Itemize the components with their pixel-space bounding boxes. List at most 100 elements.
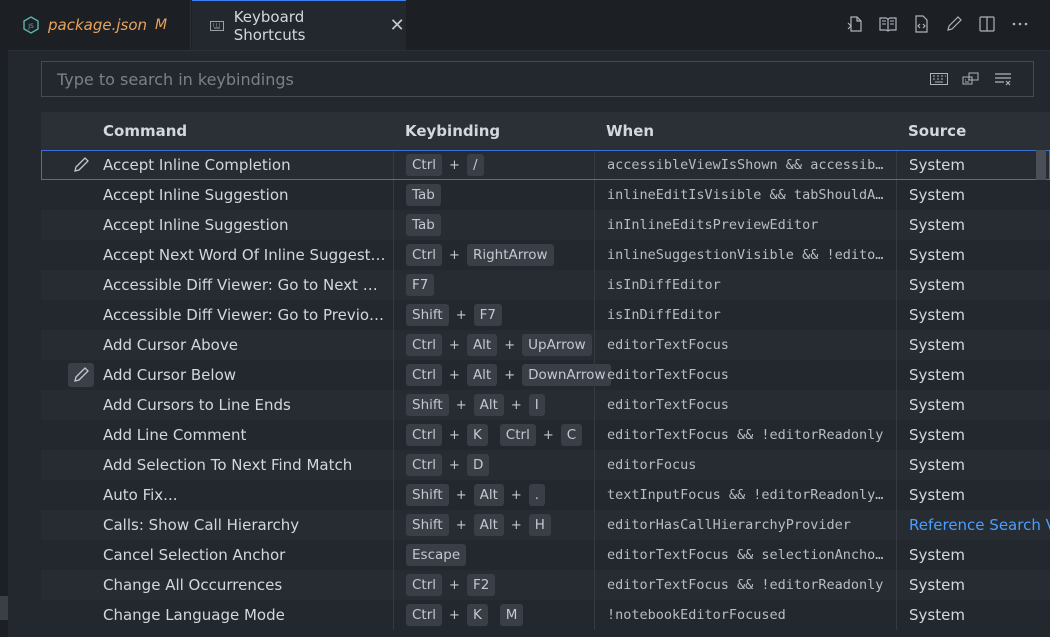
edit-icon[interactable] [943, 12, 964, 36]
table-row[interactable]: Add Cursors to Line Ends Shift + Alt + I edito… [41, 390, 1050, 420]
sort-by-precedence-icon[interactable] [961, 69, 981, 89]
when-cell: inInlineEditsPreviewEditor [594, 210, 896, 240]
keybinding-cell: Ctrl + K M [393, 600, 594, 630]
table-row[interactable]: Add Line Comment Ctrl + K Ctrl + CeditorTextFo… [41, 420, 1050, 450]
edit-cell [41, 540, 103, 570]
nodejs-icon: JS [22, 16, 40, 34]
key-label: Alt [473, 394, 504, 416]
edit-cell [41, 600, 103, 630]
source-cell: System [896, 210, 1050, 240]
scroll-marker [0, 596, 8, 620]
open-keybindings-json-icon[interactable] [844, 12, 865, 36]
edit-keybinding-icon[interactable] [68, 153, 94, 177]
when-cell: editorTextFocus [594, 390, 896, 420]
table-body: Accept Inline Completion Ctrl + / accessible… [41, 150, 1050, 630]
clear-input-icon[interactable] [993, 69, 1013, 89]
command-cell: Change All Occurrences [103, 576, 283, 594]
source-cell: System [896, 450, 1050, 480]
when-cell: inlineEditIsVisible && tabShouldAcceptIn… [594, 180, 896, 210]
table-row[interactable]: Accept Next Word Of Inline Suggestion Ctr… [41, 240, 1050, 270]
command-cell: Accept Next Word Of Inline Suggestion [103, 246, 393, 264]
command-cell: Accept Inline Suggestion [103, 186, 289, 204]
record-keys-icon[interactable] [929, 69, 949, 89]
split-book-icon[interactable] [877, 12, 898, 36]
source-cell: System [896, 300, 1050, 330]
edit-cell [41, 180, 103, 210]
keyboard-icon [208, 17, 226, 35]
left-gutter [0, 50, 8, 637]
table-row[interactable]: Auto Fix... Shift + Alt +. textInputFocus && … [41, 480, 1050, 510]
when-clause: editorTextFocus [607, 397, 729, 413]
search-input[interactable] [55, 68, 929, 90]
header-when[interactable]: When [594, 122, 896, 140]
open-to-side-icon[interactable] [910, 12, 931, 36]
key-label: Alt [473, 484, 504, 506]
key-label: Ctrl [406, 454, 443, 476]
key-label: Ctrl [406, 574, 443, 596]
scrollbar-thumb[interactable] [1036, 150, 1046, 180]
table-row[interactable]: Add Cursor Below Ctrl + Alt + DownArrow editor… [41, 360, 1050, 390]
table-row[interactable]: Accessible Diff Viewer: Go to Next Diffe… [41, 270, 1050, 300]
tab-bar: JS package.json M Keyboard Shortcuts ✕ [0, 0, 1050, 51]
svg-text:JS: JS [27, 23, 34, 30]
key-label: F7 [406, 274, 435, 296]
when-clause: !notebookEditorFocused [607, 607, 786, 623]
command-cell: Accessible Diff Viewer: Go to Previous D… [103, 306, 393, 324]
edit-cell [41, 210, 103, 240]
source-cell: System [896, 240, 1050, 270]
header-command[interactable]: Command [103, 122, 393, 140]
source-link[interactable]: Reference Search View [896, 510, 1050, 540]
source-cell: System [896, 390, 1050, 420]
when-cell: editorFocus [594, 450, 896, 480]
when-cell: editorTextFocus && !editorReadonly [594, 420, 896, 450]
table-row[interactable]: Calls: Show Call Hierarchy Shift + Alt + H edi… [41, 510, 1050, 540]
key-label: Ctrl [406, 424, 443, 446]
source-cell: System [896, 180, 1050, 210]
table-row[interactable]: Accessible Diff Viewer: Go to Previous D… [41, 300, 1050, 330]
header-keybinding[interactable]: Keybinding [393, 122, 594, 140]
source-cell: System [896, 360, 1050, 390]
command-cell: Accept Inline Suggestion [103, 216, 289, 234]
table-row[interactable]: Cancel Selection Anchor Escape editorTextF… [41, 540, 1050, 570]
edit-keybinding-icon[interactable] [68, 363, 94, 387]
edit-cell [41, 390, 103, 420]
command-cell: Change Language Mode [103, 606, 285, 624]
keybinding-cell: Ctrl + RightArrow [393, 240, 594, 270]
table-row[interactable]: Accept Inline Suggestion Tab inInlineEdits… [41, 210, 1050, 240]
table-row[interactable]: Accept Inline Completion Ctrl + / accessible… [41, 150, 1050, 180]
key-label: Ctrl [406, 334, 443, 356]
when-cell: accessibleViewIsShown && accessibleViewC… [594, 150, 896, 180]
edit-cell [41, 330, 103, 360]
edit-cell [41, 300, 103, 330]
table-row[interactable]: Add Cursor Above Ctrl + Alt + UpArrow editorTe… [41, 330, 1050, 360]
when-cell: inlineSuggestionVisible && !editorReadon… [594, 240, 896, 270]
when-clause: editorTextFocus [607, 367, 729, 383]
keybinding-cell: Ctrl + K Ctrl + C [393, 420, 594, 450]
more-actions-icon[interactable] [1009, 12, 1030, 36]
tab-package-json[interactable]: JS package.json M [8, 0, 191, 50]
command-cell: Auto Fix... [103, 486, 178, 504]
key-label: Alt [466, 334, 498, 356]
command-cell: Calls: Show Call Hierarchy [103, 516, 300, 534]
command-cell: Accessible Diff Viewer: Go to Next Diffe… [103, 276, 393, 294]
keybinding-cell: Shift + Alt + H [393, 510, 594, 540]
table-row[interactable]: Accept Inline Suggestion Tab inlineEditIsV… [41, 180, 1050, 210]
edit-cell [41, 240, 103, 270]
key-label: UpArrow [522, 334, 592, 356]
when-clause: editorTextFocus && !editorReadonly [607, 427, 884, 443]
key-label: D [466, 454, 490, 476]
table-row[interactable]: Change Language Mode Ctrl + K M !notebookEdit… [41, 600, 1050, 630]
table-row[interactable]: Change All Occurrences Ctrl + F2 editorTextF… [41, 570, 1050, 600]
keybindings-table: Command Keybinding When Source Accept In… [41, 112, 1050, 637]
editor-actions [844, 12, 1030, 36]
table-row[interactable]: Add Selection To Next Find Match Ctrl + D ed… [41, 450, 1050, 480]
key-label: Alt [466, 364, 498, 386]
split-editor-icon[interactable] [976, 12, 997, 36]
header-source[interactable]: Source [896, 122, 1050, 140]
close-icon[interactable]: ✕ [388, 15, 406, 36]
when-cell: textInputFocus && !editorReadonly && sup… [594, 480, 896, 510]
key-label: K [466, 604, 488, 626]
edit-cell [41, 420, 103, 450]
tab-keyboard-shortcuts[interactable]: Keyboard Shortcuts ✕ [192, 0, 406, 50]
table-header: Command Keybinding When Source [41, 112, 1050, 150]
